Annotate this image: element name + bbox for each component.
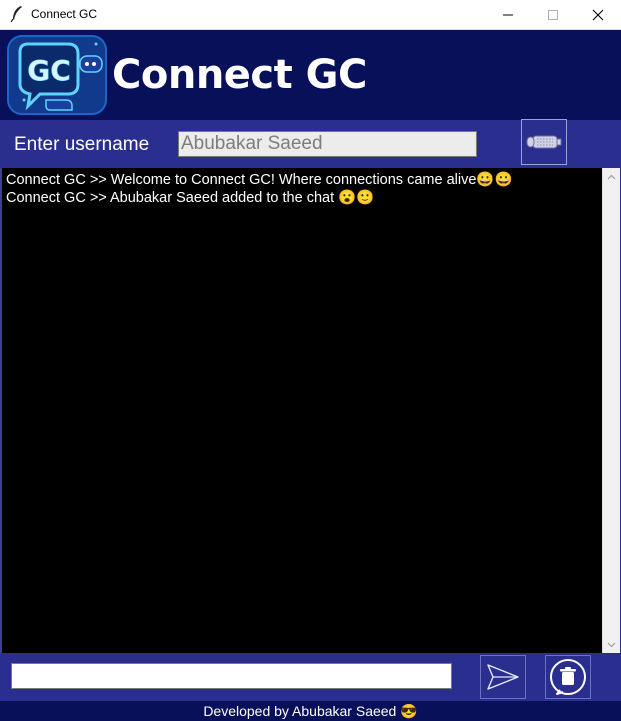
close-icon bbox=[592, 9, 604, 20]
app-brand-title: Connect GC bbox=[112, 52, 367, 98]
footer-bar: Developed by Abubakar Saeed 😎 bbox=[0, 701, 621, 721]
scroll-down-button[interactable] bbox=[603, 636, 620, 653]
connect-button[interactable] bbox=[521, 119, 567, 165]
feather-icon bbox=[10, 6, 22, 23]
app-logo: GC bbox=[7, 35, 107, 115]
send-arrow-icon bbox=[487, 664, 519, 690]
connect-plug-icon bbox=[526, 135, 562, 149]
maximize-button[interactable] bbox=[530, 0, 576, 29]
minimize-icon bbox=[503, 14, 513, 15]
chat-message: Connect GC >> Abubakar Saeed added to th… bbox=[6, 190, 375, 206]
app-header: GC Connect GC bbox=[0, 30, 621, 120]
username-input[interactable] bbox=[178, 131, 477, 157]
chevron-up-icon bbox=[607, 174, 616, 179]
chevron-down-icon bbox=[607, 642, 616, 647]
window-title: Connect GC bbox=[31, 7, 98, 21]
logo-lettering: GC bbox=[27, 54, 71, 87]
username-label: Enter username bbox=[14, 134, 150, 155]
scroll-up-button[interactable] bbox=[603, 168, 620, 185]
footer-credit: Developed by Abubakar Saeed 😎 bbox=[203, 703, 418, 719]
close-button[interactable] bbox=[575, 0, 621, 29]
chat-message: Connect GC >> Welcome to Connect GC! Whe… bbox=[6, 172, 513, 188]
clear-chat-button[interactable] bbox=[545, 655, 591, 699]
message-input[interactable] bbox=[11, 663, 452, 689]
chat-scrollbar[interactable] bbox=[602, 168, 620, 653]
send-button[interactable] bbox=[480, 655, 526, 699]
trash-icon bbox=[550, 659, 586, 695]
minimize-button[interactable] bbox=[485, 0, 531, 29]
window-titlebar: Connect GC bbox=[0, 0, 621, 30]
chat-log[interactable]: Connect GC >> Welcome to Connect GC! Whe… bbox=[0, 168, 602, 653]
maximize-icon bbox=[548, 9, 558, 20]
